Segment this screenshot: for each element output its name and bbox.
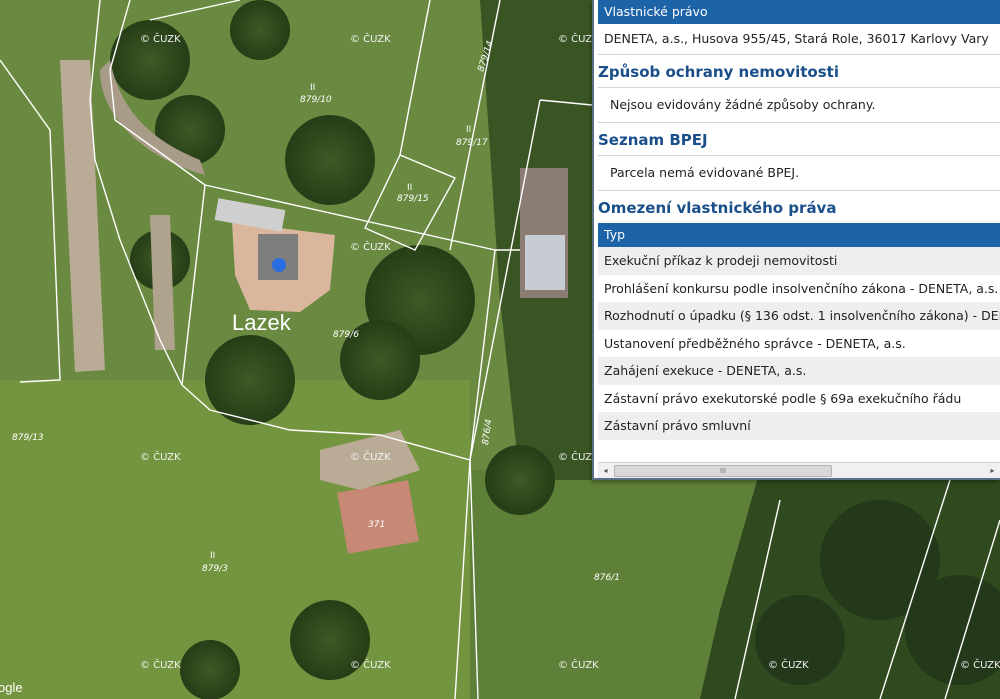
watermark: © ČUZK <box>558 658 599 671</box>
parcel-label: 371 <box>368 520 385 530</box>
scroll-left-icon[interactable]: ◂ <box>598 463 613 478</box>
table-row[interactable]: Exekuční příkaz k prodeji nemovitosti <box>598 247 1000 275</box>
parcel-label: 879/6 <box>333 330 359 340</box>
restrictions-table-header[interactable]: Typ <box>598 223 1000 247</box>
restrictions-section-title: Omezení vlastnického práva <box>598 199 837 217</box>
parcel-label: 879/17 <box>456 138 488 148</box>
table-row[interactable]: Zástavní právo smluvní <box>598 412 1000 440</box>
table-row[interactable]: Ustanovení předběžného správce - DENETA,… <box>598 330 1000 358</box>
watermark: © ČUZK <box>350 658 391 671</box>
restrictions-table: Exekuční příkaz k prodeji nemovitosti Pr… <box>594 247 1000 440</box>
table-row[interactable]: Prohlášení konkursu podle insolvenčního … <box>598 275 1000 303</box>
parcel-label: 879/3 <box>202 564 228 574</box>
place-name-label: Lazek <box>232 310 292 335</box>
parcel-marker: II <box>210 551 215 561</box>
parcel-label: 879/10 <box>300 95 332 105</box>
watermark: © ČUZK <box>768 658 809 671</box>
parcel-info-panel: Vlastnické právo DENETA, a.s., Husova 95… <box>592 0 1000 480</box>
owner-value: DENETA, a.s., Husova 955/45, Stará Role,… <box>598 24 1000 55</box>
table-row[interactable]: Zástavní právo exekutorské podle § 69a e… <box>598 385 1000 413</box>
scroll-right-icon[interactable]: ▸ <box>985 463 1000 478</box>
table-row[interactable]: Rozhodnutí o úpadku (§ 136 odst. 1 insol… <box>598 302 1000 330</box>
parcel-marker: II <box>310 83 315 93</box>
watermark: © ČUZK <box>350 240 391 253</box>
watermark: © ČUZK <box>960 658 1000 671</box>
watermark: © ČUZK <box>350 450 391 463</box>
parcel-marker: II <box>407 183 412 193</box>
parcel-marker: II <box>466 125 471 135</box>
bpej-section-title: Seznam BPEJ <box>598 131 708 149</box>
bpej-section-text: Parcela nemá evidované BPEJ. <box>598 155 1000 191</box>
parcel-label: 876/1 <box>594 573 620 583</box>
horizontal-scrollbar[interactable]: ◂ III ▸ <box>598 462 1000 478</box>
protection-section-text: Nejsou evidovány žádné způsoby ochrany. <box>598 87 1000 123</box>
watermark: © ČUZK <box>350 32 391 45</box>
protection-section-title: Způsob ochrany nemovitosti <box>598 63 839 81</box>
parcel-label: 879/15 <box>397 194 429 204</box>
watermark: © ČUZK <box>140 32 181 45</box>
watermark: © ČUZK <box>140 658 181 671</box>
google-attribution: ogle <box>0 680 23 695</box>
watermark: © ČUZK <box>140 450 181 463</box>
table-row[interactable]: Zahájení exekuce - DENETA, a.s. <box>598 357 1000 385</box>
scrollbar-thumb[interactable]: III <box>614 465 832 477</box>
parcel-label: 879/13 <box>12 433 44 443</box>
owner-header: Vlastnické právo <box>598 0 1000 24</box>
